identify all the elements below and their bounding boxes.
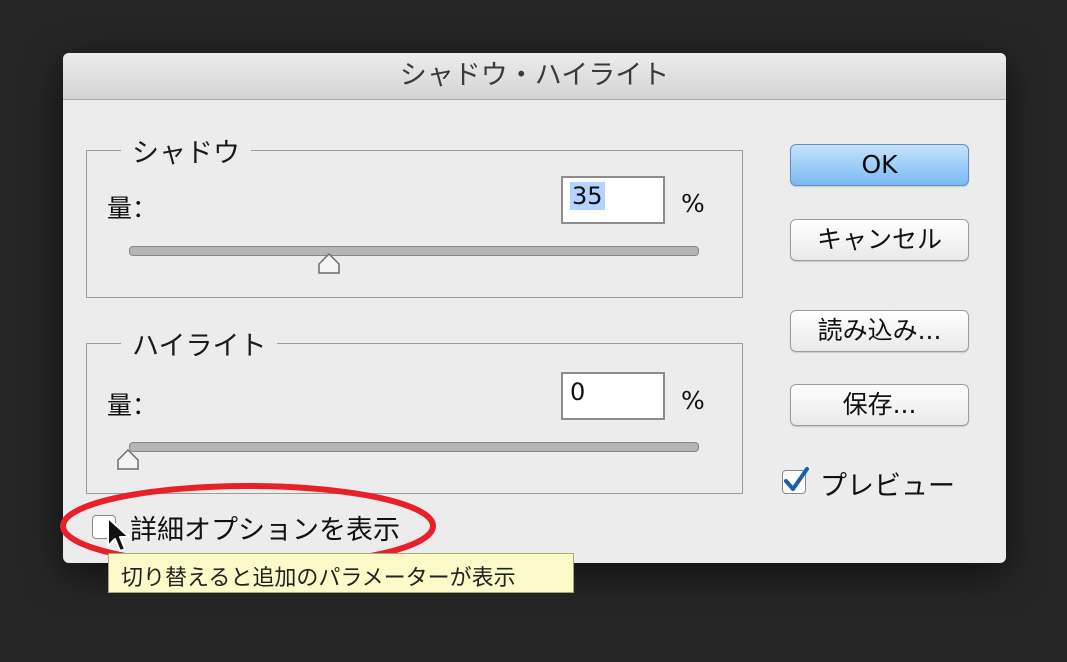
- shadows-percent-unit: %: [681, 189, 705, 218]
- highlights-amount-slider-track[interactable]: [129, 442, 699, 452]
- ok-button[interactable]: OK: [790, 144, 969, 186]
- tooltip-text: 切り替えると追加のパラメーターが表示: [121, 566, 516, 591]
- highlights-amount-label: 量：: [107, 391, 158, 420]
- mouse-pointer-icon: [107, 517, 130, 552]
- highlights-amount-value: 0: [570, 378, 586, 406]
- shadows-amount-input[interactable]: 35: [561, 176, 665, 224]
- shadows-amount-slider-thumb[interactable]: [316, 252, 342, 276]
- highlights-percent-unit: %: [681, 386, 705, 415]
- shadows-amount-label: 量：: [107, 194, 158, 223]
- tooltip: 切り替えると追加のパラメーターが表示: [108, 553, 574, 593]
- shadows-amount-value: 35: [570, 182, 605, 210]
- shadows-legend: シャドウ: [132, 138, 240, 169]
- checkmark-icon: [784, 467, 809, 491]
- cancel-button[interactable]: キャンセル: [790, 219, 969, 261]
- shadows-amount-slider-track[interactable]: [129, 246, 699, 256]
- dialog-title: シャドウ・ハイライト: [63, 53, 1006, 100]
- load-button[interactable]: 読み込み...: [790, 310, 969, 352]
- highlights-amount-slider-thumb[interactable]: [115, 448, 141, 472]
- save-button[interactable]: 保存...: [790, 384, 969, 426]
- highlights-amount-input[interactable]: 0: [561, 372, 665, 420]
- preview-checkbox[interactable]: [782, 467, 809, 494]
- preview-label[interactable]: プレビュー: [820, 464, 955, 503]
- highlights-legend: ハイライト: [132, 331, 267, 362]
